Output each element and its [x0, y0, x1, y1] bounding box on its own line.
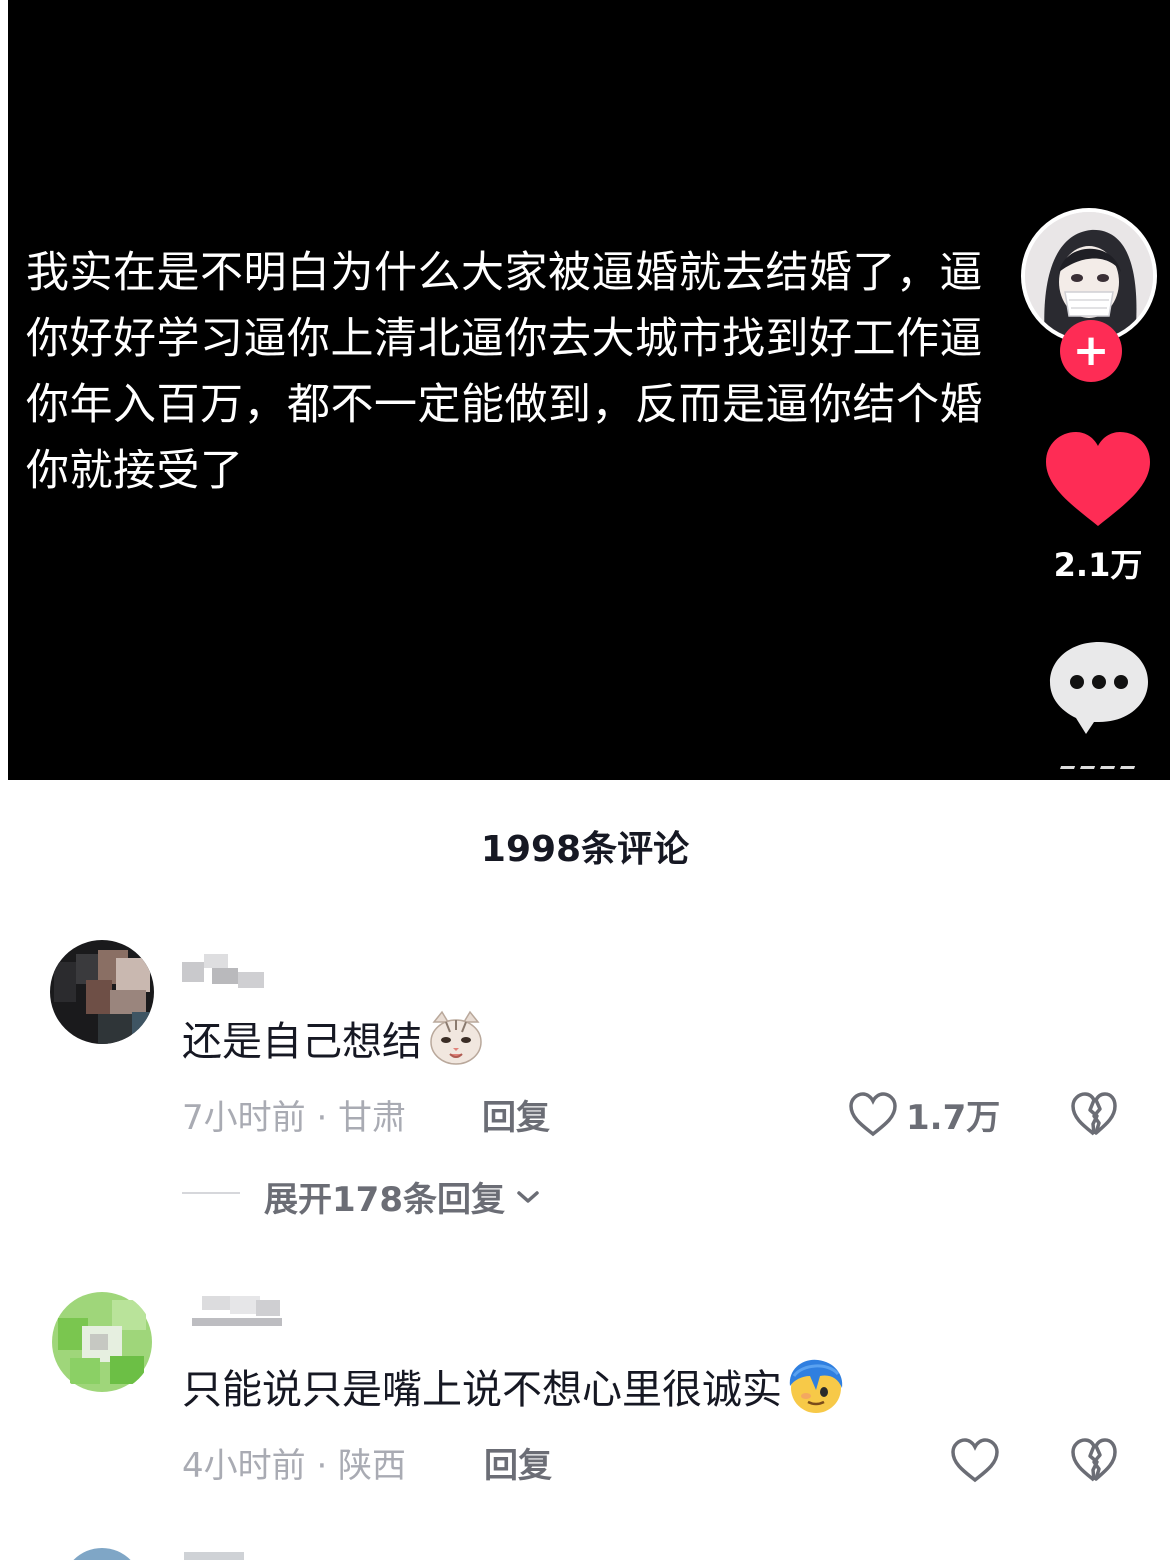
- douyin-video-page: 我实在是不明白为什么大家被逼婚就去结婚了，逼你好好学习逼你上清北逼你去大城市找到…: [0, 0, 1170, 1560]
- cat-face-emoji-icon: [430, 1010, 482, 1065]
- pixelated-avatar-icon: [50, 940, 154, 1044]
- broken-heart-dislike-icon[interactable]: [1070, 1092, 1118, 1138]
- comment-like-heart-icon[interactable]: [950, 1438, 1000, 1484]
- video-caption: 我实在是不明白为什么大家被逼婚就去结婚了，逼你好好学习逼你上清北逼你去大城市找到…: [26, 248, 983, 496]
- reply-button[interactable]: 回复: [484, 1438, 552, 1487]
- commenter-name-pixelated[interactable]: [182, 1292, 292, 1326]
- follow-button[interactable]: +: [1060, 320, 1122, 382]
- commenter-avatar[interactable]: [50, 1290, 154, 1394]
- comment-text: 还是自己想结: [182, 1008, 486, 1068]
- like-count: 2.1万: [1053, 546, 1143, 584]
- like-heart-icon[interactable]: [1042, 430, 1154, 530]
- comment-like-count: 1.7万: [906, 1098, 1001, 1138]
- pixelated-avatar-icon: [50, 1290, 154, 1394]
- reply-button[interactable]: 回复: [482, 1090, 550, 1139]
- comment-like-heart-icon[interactable]: [848, 1092, 898, 1138]
- broken-heart-dislike-icon[interactable]: [1070, 1438, 1118, 1484]
- shy-face-emoji-icon: [789, 1359, 843, 1413]
- commenter-name-pixelated[interactable]: [182, 950, 272, 988]
- plus-icon: +: [1072, 325, 1110, 376]
- expand-replies-button[interactable]: 展开178条回复: [264, 1172, 541, 1221]
- commenter-avatar[interactable]: [50, 940, 154, 1044]
- expand-divider-line: [182, 1192, 240, 1194]
- comment-time-location: 7小时前 · 甘肃: [182, 1098, 407, 1138]
- next-commenter-avatar-partial[interactable]: [62, 1548, 142, 1560]
- comment-text: 只能说只是嘴上说不想心里很诚实: [182, 1356, 846, 1416]
- comment-time-location: 4小时前 · 陕西: [182, 1446, 407, 1486]
- comment-bubble-icon[interactable]: [1044, 636, 1154, 736]
- video-player[interactable]: 我实在是不明白为什么大家被逼婚就去结婚了，逼你好好学习逼你上清北逼你去大城市找到…: [8, 0, 1170, 780]
- chevron-down-icon: [517, 1190, 539, 1203]
- next-commenter-name-partial: [184, 1552, 244, 1560]
- share-count-cutoff: [1058, 766, 1144, 780]
- comments-count-title: 1998条评论: [480, 829, 690, 870]
